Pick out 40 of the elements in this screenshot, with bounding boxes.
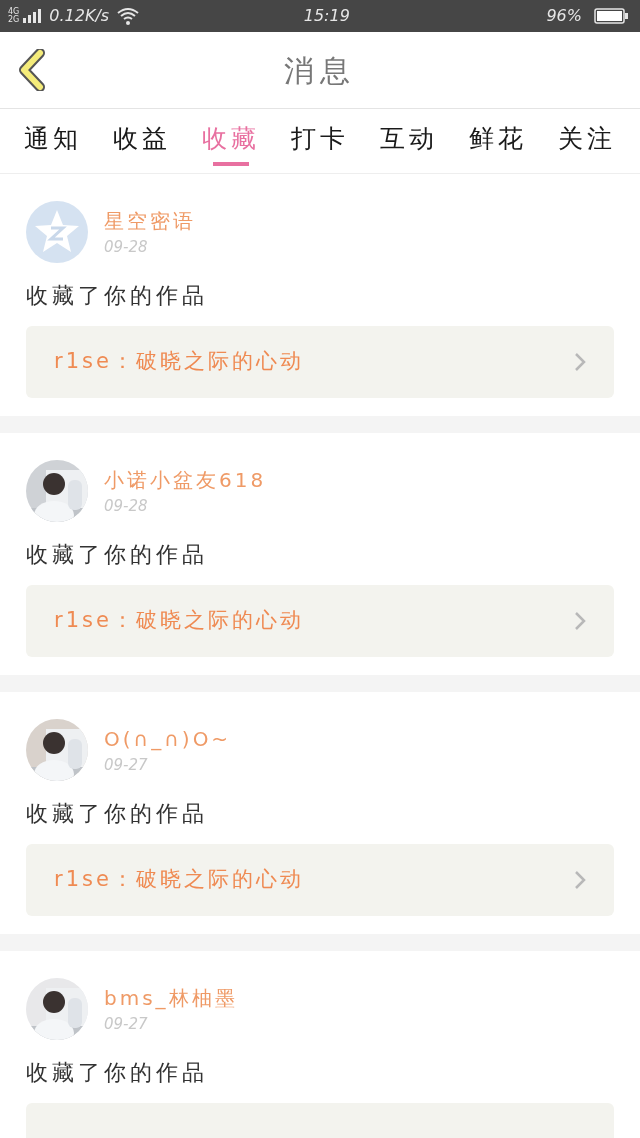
- tab[interactable]: 关注: [542, 109, 632, 173]
- user-name[interactable]: 星空密语: [104, 205, 196, 236]
- message-text: 收藏了你的作品: [26, 541, 209, 569]
- user-name[interactable]: bms_林柚墨: [104, 982, 238, 1013]
- message-text: 收藏了你的作品: [26, 282, 209, 310]
- tab-label: 收藏: [201, 123, 260, 156]
- tab[interactable]: 互动: [364, 109, 454, 173]
- message-text: 收藏了你的作品: [26, 1059, 209, 1087]
- tab[interactable]: 收益: [97, 109, 187, 173]
- battery-icon: [594, 8, 628, 24]
- network-label: 4G: [8, 8, 20, 16]
- tab[interactable]: 鲜花: [453, 109, 543, 173]
- work-link[interactable]: r1se：破晓之际的心动: [26, 585, 614, 657]
- work-link[interactable]: r1se：破晓之际的心动: [26, 326, 614, 398]
- tab-label: 打卡: [291, 123, 349, 156]
- tab-label: 收益: [112, 123, 171, 156]
- page-title: 消息: [284, 51, 356, 90]
- user-name[interactable]: 小诺小盆友618: [104, 464, 267, 495]
- network-label: 2G: [8, 16, 20, 24]
- tab-label: 关注: [558, 123, 617, 156]
- clock: 15:19: [303, 5, 350, 27]
- wifi-icon: [117, 7, 140, 25]
- tab[interactable]: 打卡: [275, 109, 365, 173]
- tab[interactable]: 通知: [8, 109, 98, 173]
- network-speed: 0.12K/s: [49, 5, 110, 27]
- chevron-right-icon: [574, 870, 586, 890]
- user-name[interactable]: O(∩_∩)O~: [104, 723, 232, 754]
- back-icon: [18, 49, 46, 91]
- work-link[interactable]: r1se：破晓之际的心动: [26, 844, 614, 916]
- tab-label: 互动: [380, 123, 439, 156]
- star-logo-icon: [26, 201, 88, 263]
- chevron-right-icon: [574, 352, 586, 372]
- message-text: 收藏了你的作品: [26, 800, 209, 828]
- signal-icon: [23, 9, 42, 23]
- tab-label: 通知: [23, 123, 82, 156]
- tab[interactable]: 收藏: [186, 109, 276, 173]
- back-button[interactable]: [16, 50, 48, 90]
- tab-label: 鲜花: [469, 123, 528, 156]
- battery-percent: 96%: [546, 5, 582, 27]
- chevron-right-icon: [574, 611, 586, 631]
